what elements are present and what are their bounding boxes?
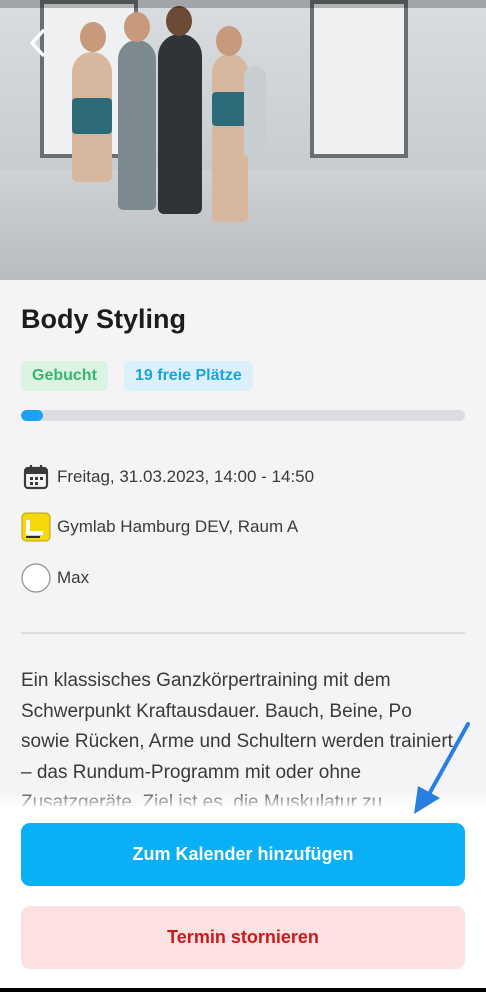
booked-badge: Gebucht	[21, 361, 108, 391]
hero-image	[0, 0, 486, 280]
chevron-left-icon	[30, 29, 45, 57]
cancel-booking-button[interactable]: Termin stornieren	[21, 906, 465, 969]
person-figure	[72, 98, 112, 134]
date-text: Freitag, 31.03.2023, 14:00 - 14:50	[57, 467, 315, 486]
gym-logo-icon	[21, 512, 51, 542]
add-to-calendar-button[interactable]: Zum Kalender hinzufügen	[21, 823, 465, 886]
person-figure	[244, 66, 266, 156]
person-figure	[212, 92, 248, 126]
date-row: Freitag, 31.03.2023, 14:00 - 14:50	[21, 462, 314, 492]
page-title: Body Styling	[21, 304, 187, 334]
avatar	[21, 563, 51, 593]
person-figure	[212, 54, 248, 222]
system-nav-bar	[0, 988, 486, 992]
person-figure	[158, 34, 202, 214]
capacity-progress-fill	[21, 410, 44, 421]
free-spots-badge: 19 freie Plätze	[124, 361, 253, 391]
back-button[interactable]	[22, 26, 54, 60]
location-text: Gymlab Hamburg DEV, Raum A	[57, 517, 299, 536]
background-window	[310, 0, 408, 158]
location-row: Gymlab Hamburg DEV, Raum A	[21, 512, 298, 542]
trainer-row: Max	[21, 563, 89, 593]
person-figure	[166, 6, 192, 36]
trainer-name: Max	[57, 568, 90, 587]
calendar-icon	[21, 462, 51, 492]
capacity-progress-bar	[21, 410, 465, 421]
person-figure	[216, 26, 242, 56]
status-bar	[0, 0, 486, 8]
divider	[21, 632, 465, 634]
person-figure	[118, 40, 156, 210]
person-figure	[124, 12, 150, 42]
person-figure	[80, 22, 106, 52]
